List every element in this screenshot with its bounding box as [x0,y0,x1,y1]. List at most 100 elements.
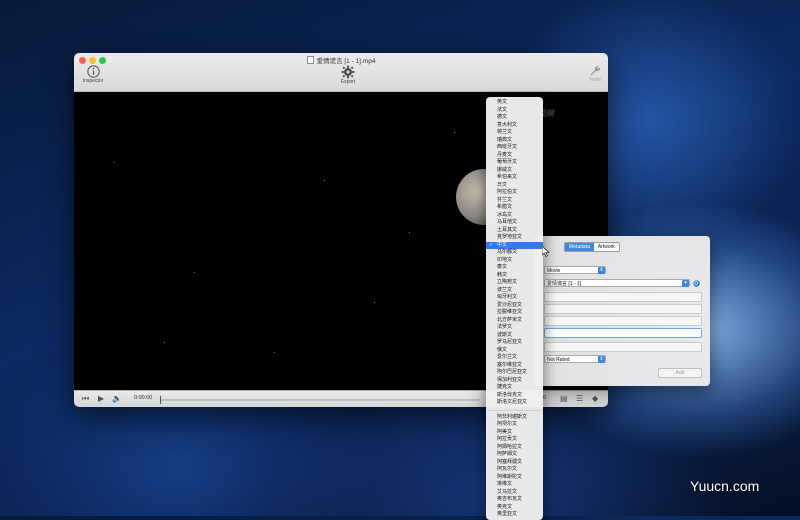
menu-item-language[interactable]: 匈牙利文 [486,294,543,302]
menu-item-label: 保加利亚文 [497,376,523,383]
menu-item-language[interactable]: 斯洛伐克文 [486,392,543,400]
menu-item-language[interactable]: 英文 [486,99,543,107]
language-menu[interactable]: 英文 法文 德文 意大利文 荷兰文 瑞典文 西班牙文 丹麦文 葡萄牙文 挪威文 希伯来文 日文 阿拉伯文… [486,97,543,520]
add-button[interactable]: Add [658,368,702,378]
metadata-field[interactable] [544,316,702,326]
menu-item-language[interactable]: 丹麦文 [486,152,543,160]
menu-item-label: 印地文 [497,256,513,263]
info-icon [86,65,100,78]
menu-item-language[interactable]: 保加利亚文 [486,377,543,385]
menu-item-language[interactable]: 日文 [486,182,543,190]
menu-item-language[interactable]: 泰文 [486,264,543,272]
menu-item-language[interactable]: 阿拉贡文 [486,436,543,444]
menu-item-language[interactable]: 意大利文 [486,122,543,130]
menu-item-label: 英文 [497,99,508,105]
menu-item-language[interactable]: 爱尔兰文 [486,354,543,362]
export-label: Export [340,79,356,85]
menu-item-language[interactable]: 奥吉布瓦文 [486,496,543,504]
menu-item-label: 丹麦文 [497,151,513,158]
search-icon[interactable] [693,280,700,287]
playhead[interactable] [160,396,161,404]
menu-item-language[interactable]: 葡萄牙文 [486,159,543,167]
menu-item-label: 法文 [497,106,508,113]
metadata-field[interactable] [544,304,702,314]
menu-item-language[interactable]: 奥克文 [486,504,543,512]
menu-item-language[interactable]: 阿维斯陀文 [486,474,543,482]
menu-item-label: 马耳他文 [497,219,518,225]
inspector-button[interactable]: Inspector [80,65,106,84]
menu-item-language[interactable]: 马耳他文 [486,219,543,227]
metadata-field[interactable] [544,342,702,352]
timeline-scrubber[interactable] [160,396,480,404]
media-kind-popup[interactable]: Movie ⇕ [544,266,606,274]
menu-item-label: 匈牙利文 [497,294,518,300]
menu-item-language[interactable]: 印地文 [486,257,543,265]
menu-item-language[interactable]: 奥里亚文 [486,511,543,519]
tag-icon[interactable]: ◆ [592,394,598,404]
menu-item-language[interactable]: 阿美文 [486,429,543,437]
focused-text-field[interactable] [544,328,702,338]
star [274,352,275,353]
menu-item-language[interactable]: 波斯文 [486,332,543,340]
volume-icon[interactable]: 🔈 [112,394,122,404]
menu-item-language[interactable]: 法罗文 [486,324,543,332]
menu-item-language[interactable]: 阿瓦尔文 [486,466,543,474]
menu-item-language[interactable]: 捷克文 [486,384,543,392]
star [194,272,195,273]
menu-item-language[interactable]: 土耳其文 [486,227,543,235]
menu-item-language[interactable]: 韩文 [486,272,543,280]
menu-item-language[interactable]: 罗马尼亚文 [486,339,543,347]
menu-item-label: 中文 [497,241,508,248]
menu-item-language[interactable]: 克罗地亚文 [486,234,543,242]
menu-item-language[interactable]: 立陶宛文 [486,279,543,287]
star [114,162,115,163]
menu-item-language[interactable]: 芬兰文 [486,197,543,205]
menu-item-language[interactable]: 瑞典文 [486,137,543,145]
menu-item-language[interactable]: 阿塞拜疆文 [486,459,543,467]
menu-item-language[interactable]: 阿非利堪斯文 [486,414,543,422]
play-icon[interactable]: ▶ [98,394,104,404]
menu-item-language[interactable]: 北方萨米文 [486,317,543,325]
subtitles-icon[interactable]: ▤ [560,394,568,404]
tools-label: Tools [589,77,601,83]
menu-item-language[interactable]: 阿坝尔文 [486,421,543,429]
menu-item-language[interactable]: 阿萨姆文 [486,451,543,459]
menu-item-language[interactable]: 阿拉伯文 [486,189,543,197]
menu-item-language[interactable]: 拉脱维亚文 [486,309,543,317]
menu-item-label: 挪威文 [497,166,513,173]
export-button[interactable]: Export [334,65,362,85]
menu-item-language[interactable]: 爱沙尼亚文 [486,302,543,310]
menu-item-label: 阿坝尔文 [497,421,518,427]
menu-item-language[interactable]: 阿尔巴尼亚文 [486,369,543,377]
menu-item-language[interactable]: 荷兰文 [486,129,543,137]
menu-item-language[interactable]: 阿姆哈拉文 [486,444,543,452]
tab-artwork[interactable]: Artwork [593,243,619,251]
menu-item-language[interactable]: 俄文 [486,347,543,355]
menu-item-language[interactable]: 塞尔维亚文 [486,362,543,370]
menu-item-language[interactable]: 乌尔都文 [486,249,543,257]
metadata-field[interactable] [544,292,702,302]
menu-item-language[interactable]: 西班牙文 [486,144,543,152]
menu-item-language[interactable]: 埃维文 [486,481,543,489]
menu-item-language[interactable]: ✓ 中文 [486,241,543,249]
menu-item-label: 艾马拉文 [497,488,518,495]
menu-item-label: 埃维文 [497,481,513,487]
menu-item-label: 塞尔维亚文 [497,361,523,368]
menu-item-language[interactable]: 波兰文 [486,287,543,295]
menu-item-language[interactable]: 斯洛文尼亚文 [486,399,543,407]
skip-back-icon[interactable]: ⏮ [82,394,89,404]
menu-item-language[interactable]: 希伯来文 [486,174,543,182]
inspector-tabs: Metadata Artwork [564,242,620,252]
menu-item-language[interactable]: 希腊文 [486,204,543,212]
tools-button[interactable]: Tools [584,65,606,83]
tab-metadata[interactable]: Metadata [565,243,594,251]
chapters-icon[interactable]: ☰ [576,394,583,404]
menu-item-language[interactable]: 冰岛文 [486,212,543,220]
menu-item-language[interactable]: 艾马拉文 [486,489,543,497]
rating-popup[interactable]: Not Rated ⇕ [544,355,606,363]
menu-item-language[interactable]: 法文 [486,107,543,115]
menu-item-language[interactable]: 挪威文 [486,167,543,175]
name-field[interactable]: 爱情谎言 [1 - 1] ▾ [544,279,690,287]
menu-item-language[interactable]: 德文 [486,114,543,122]
menu-item-label: 阿姆哈拉文 [497,443,523,450]
